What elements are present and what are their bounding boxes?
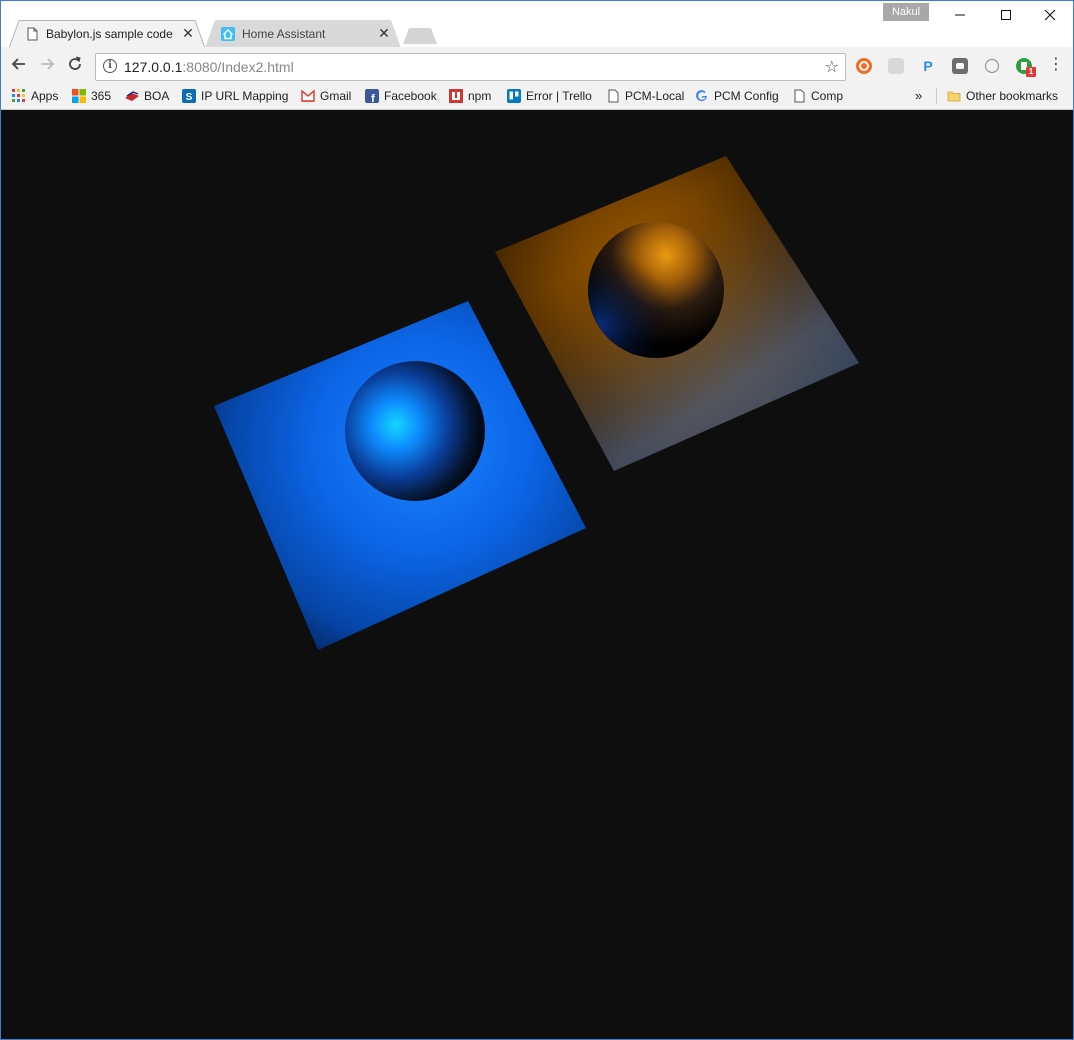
extension-pocket-icon[interactable] xyxy=(952,58,968,74)
sharepoint-icon: S xyxy=(182,89,196,103)
apps-grid-icon xyxy=(12,89,25,102)
pocket-icon xyxy=(956,63,964,69)
window-close-button[interactable] xyxy=(1027,1,1073,31)
extension-grey-icon[interactable] xyxy=(888,58,904,74)
reload-icon xyxy=(69,56,81,70)
reload-button[interactable] xyxy=(65,55,85,75)
extension-orange-icon[interactable] xyxy=(856,58,872,74)
bookmark-trello[interactable]: Error | Trello xyxy=(507,87,592,105)
tab-babylon[interactable]: Babylon.js sample code ✕ xyxy=(9,20,205,48)
extension-green-icon[interactable]: 1 xyxy=(1016,58,1036,77)
bookmark-365[interactable]: 365 xyxy=(72,87,111,105)
gmail-icon xyxy=(301,89,315,102)
bookmark-npm[interactable]: npm xyxy=(449,87,491,105)
3d-scene xyxy=(214,156,859,650)
extension-p-icon[interactable]: P xyxy=(920,58,936,74)
forward-arrow-icon xyxy=(41,58,55,70)
bookmark-pcm-local[interactable]: PCM-Local xyxy=(606,87,684,105)
extension-badge: 1 xyxy=(1026,67,1036,77)
maximize-icon xyxy=(1001,10,1011,20)
minimize-button[interactable] xyxy=(937,1,983,31)
back-button[interactable] xyxy=(9,55,29,75)
bookmark-apps[interactable]: Apps xyxy=(12,87,58,105)
facebook-icon: f xyxy=(365,89,379,103)
npm-icon xyxy=(449,89,463,103)
lifebuoy-icon xyxy=(859,61,869,71)
bookmark-boa[interactable]: BOA xyxy=(125,87,169,105)
bookmarks-bar: Apps 365 BOA S IP URL Mapping Gmail f Fa… xyxy=(1,83,1073,110)
close-tab-icon[interactable]: ✕ xyxy=(377,25,391,42)
bookmarks-divider xyxy=(936,88,937,104)
title-bar: Babylon.js sample code ✕ Home Assistant … xyxy=(1,1,1073,48)
bookmarks-overflow-button[interactable]: » xyxy=(915,87,922,105)
folder-icon xyxy=(947,91,961,102)
minimize-icon xyxy=(955,14,965,16)
office-icon xyxy=(72,89,86,103)
menu-button[interactable]: ⋮ xyxy=(1046,55,1066,75)
bookmark-pcm-config[interactable]: PCM Config xyxy=(695,87,779,105)
other-bookmarks[interactable]: Other bookmarks xyxy=(947,87,1058,105)
maximize-button[interactable] xyxy=(983,1,1029,31)
browser-window: Babylon.js sample code ✕ Home Assistant … xyxy=(0,0,1074,1040)
boa-flag-icon xyxy=(125,91,139,101)
site-info-icon[interactable]: i xyxy=(103,59,117,73)
forward-button[interactable] xyxy=(37,55,57,75)
render-canvas[interactable] xyxy=(1,110,1073,1039)
blue-sphere xyxy=(345,361,485,501)
trello-icon xyxy=(507,89,521,103)
circle-icon xyxy=(984,58,1000,74)
bookmark-gmail[interactable]: Gmail xyxy=(301,87,351,105)
extension-circle-icon[interactable] xyxy=(984,58,1000,74)
url-text[interactable]: 127.0.0.1:8080/Index2.html xyxy=(124,59,294,75)
tab-title: Babylon.js sample code xyxy=(46,27,173,41)
bookmark-ip-url-mapping[interactable]: S IP URL Mapping xyxy=(182,87,288,105)
orange-sphere-blue-shade xyxy=(588,222,724,358)
svg-text:f: f xyxy=(371,93,375,103)
tab-home-assistant[interactable]: Home Assistant ✕ xyxy=(205,20,401,48)
page-icon xyxy=(608,89,619,103)
home-assistant-icon xyxy=(221,27,235,41)
close-icon xyxy=(1044,9,1056,21)
toolbar: i 127.0.0.1:8080/Index2.html ☆ P 1 ⋮ xyxy=(1,47,1073,83)
new-tab-button[interactable] xyxy=(403,28,437,44)
svg-text:S: S xyxy=(186,92,193,103)
close-tab-icon[interactable]: ✕ xyxy=(181,25,195,42)
tab-title: Home Assistant xyxy=(242,27,326,41)
bookmark-star-icon[interactable]: ☆ xyxy=(825,57,839,77)
bookmark-comp[interactable]: Comp xyxy=(792,87,843,105)
page-icon xyxy=(794,89,805,103)
page-icon xyxy=(27,27,38,41)
bookmark-facebook[interactable]: f Facebook xyxy=(365,87,437,105)
back-arrow-icon xyxy=(11,58,25,70)
google-icon xyxy=(696,90,707,102)
address-bar[interactable]: i 127.0.0.1:8080/Index2.html ☆ xyxy=(95,53,846,81)
profile-badge[interactable]: Nakul xyxy=(883,3,929,21)
